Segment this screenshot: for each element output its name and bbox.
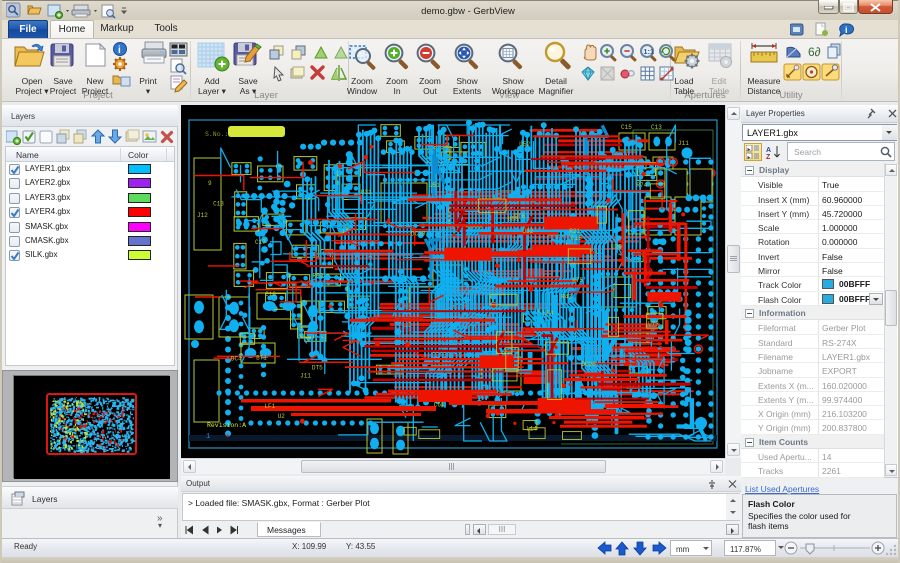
svg-text:+: + xyxy=(225,431,230,440)
svg-text:Revision:A: Revision:A xyxy=(207,422,246,429)
svg-text:U53: U53 xyxy=(508,216,519,223)
svg-text:U51: U51 xyxy=(429,182,440,189)
svg-text:A: A xyxy=(766,147,771,154)
svg-text:J11: J11 xyxy=(300,373,311,380)
svg-text:i: i xyxy=(118,45,121,56)
svg-text:i: i xyxy=(845,25,848,35)
svg-text:C15: C15 xyxy=(571,235,582,242)
svg-text:C13: C13 xyxy=(651,124,662,131)
svg-text:U52: U52 xyxy=(519,141,530,148)
svg-text:L14: L14 xyxy=(526,425,537,432)
svg-text:LF1: LF1 xyxy=(264,403,275,410)
svg-text:C64: C64 xyxy=(434,401,445,408)
svg-text:R75: R75 xyxy=(572,277,583,284)
svg-text:DT5: DT5 xyxy=(312,365,323,372)
svg-text:RP3: RP3 xyxy=(313,273,324,280)
svg-text:Z: Z xyxy=(766,154,771,160)
svg-text:U31: U31 xyxy=(361,189,372,196)
svg-text:9: 9 xyxy=(208,180,212,187)
svg-text:U2: U2 xyxy=(278,413,286,420)
svg-text:U73: U73 xyxy=(648,321,659,328)
svg-text:R74: R74 xyxy=(636,182,647,189)
svg-text:C16: C16 xyxy=(265,291,276,298)
svg-text:DC10: DC10 xyxy=(411,231,426,238)
svg-text:1:1: 1:1 xyxy=(643,47,654,56)
svg-text:1: 1 xyxy=(206,433,210,441)
svg-text:U20: U20 xyxy=(611,243,622,250)
svg-text:R43: R43 xyxy=(561,294,572,301)
svg-text:C13: C13 xyxy=(213,200,224,207)
svg-text:S.No.:: S.No.: xyxy=(205,131,228,138)
svg-text:R21: R21 xyxy=(569,228,580,235)
svg-text:DC26: DC26 xyxy=(581,361,596,368)
svg-text:C17: C17 xyxy=(255,239,266,246)
svg-text:DC4: DC4 xyxy=(231,355,242,362)
svg-text:BT1: BT1 xyxy=(256,355,267,362)
svg-text:J12: J12 xyxy=(197,212,208,219)
svg-text:J11: J11 xyxy=(678,140,689,147)
svg-text:6∂: 6∂ xyxy=(808,45,821,59)
svg-text:LF4: LF4 xyxy=(543,310,554,317)
svg-text:C15: C15 xyxy=(621,124,632,131)
svg-text:U32: U32 xyxy=(522,228,533,235)
